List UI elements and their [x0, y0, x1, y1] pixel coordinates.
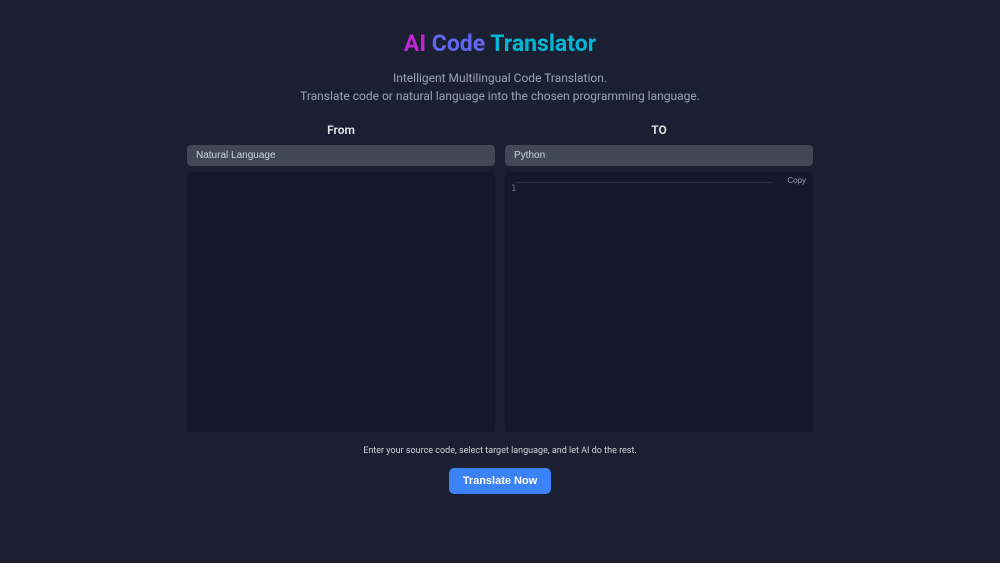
- to-editor: Copy 1: [505, 172, 813, 432]
- translation-panels: From Natural Language TO Python Copy 1: [187, 123, 813, 432]
- title-word-ai: AI: [404, 30, 426, 57]
- from-input[interactable]: [187, 172, 495, 432]
- page-title: AI Code Translator: [404, 30, 596, 57]
- line-number: 1: [511, 184, 516, 194]
- to-panel: TO Python Copy 1: [505, 123, 813, 432]
- from-editor: [187, 172, 495, 432]
- subtitle: Intelligent Multilingual Code Translatio…: [300, 69, 700, 105]
- title-word-code: Code: [432, 30, 485, 57]
- to-header: TO: [505, 123, 813, 137]
- translate-button[interactable]: Translate Now: [449, 468, 552, 494]
- subtitle-line-1: Intelligent Multilingual Code Translatio…: [300, 69, 700, 87]
- title-word-translator: Translator: [490, 30, 596, 57]
- subtitle-line-2: Translate code or natural language into …: [300, 87, 700, 105]
- from-header: From: [187, 123, 495, 137]
- footer-hint: Enter your source code, select target la…: [363, 446, 637, 456]
- to-language-selector[interactable]: Python: [505, 145, 813, 166]
- from-language-selector[interactable]: Natural Language: [187, 145, 495, 166]
- copy-button[interactable]: Copy: [787, 176, 806, 185]
- editor-divider: [515, 182, 773, 183]
- from-panel: From Natural Language: [187, 123, 495, 432]
